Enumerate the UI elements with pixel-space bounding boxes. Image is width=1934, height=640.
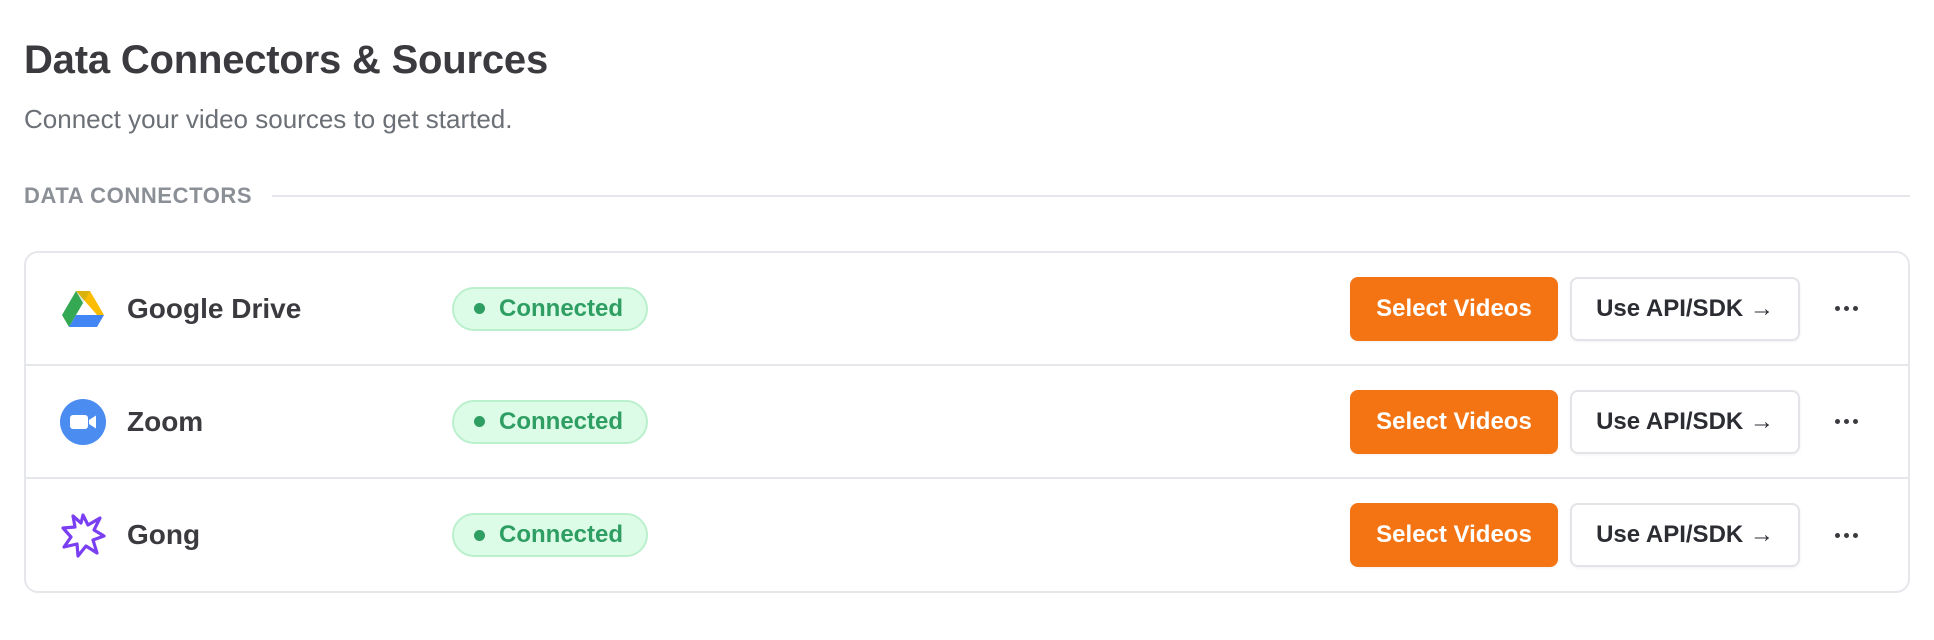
status-text: Connected: [499, 521, 624, 548]
select-videos-button[interactable]: Select Videos: [1350, 503, 1558, 567]
more-horizontal-icon: [1834, 532, 1840, 538]
connector-row-zoom: Zoom Connected Select Videos Use API/SDK…: [26, 366, 1908, 479]
connector-list: Google Drive Connected Select Videos Use…: [24, 251, 1910, 593]
select-videos-button[interactable]: Select Videos: [1350, 276, 1558, 341]
data-connectors-page: Data Connectors & Sources Connect your v…: [0, 0, 1934, 640]
status-text: Connected: [499, 294, 624, 322]
select-videos-button[interactable]: Select Videos: [1350, 389, 1558, 454]
status-badge: Connected: [452, 399, 648, 444]
status-dot: [474, 529, 485, 541]
more-options-button[interactable]: [1826, 289, 1866, 329]
more-options-button[interactable]: [1826, 515, 1866, 555]
connector-name: Google Drive: [127, 292, 302, 324]
connector-row-gong: Gong Connected Select Videos Use API/SDK…: [26, 479, 1908, 591]
use-api-sdk-button[interactable]: Use API/SDK →: [1570, 276, 1800, 341]
page-title: Data Connectors & Sources: [24, 38, 549, 82]
status-dot: [474, 416, 485, 427]
connector-name: Gong: [127, 519, 201, 550]
google-drive-icon: [60, 286, 106, 332]
section-header: DATA CONNECTORS: [24, 182, 1910, 210]
status-badge: Connected: [452, 513, 648, 557]
section-divider: [272, 195, 1910, 197]
page-subtitle: Connect your video sources to get starte…: [24, 104, 513, 134]
status-text: Connected: [499, 407, 624, 435]
zoom-icon: [60, 398, 106, 445]
more-horizontal-icon: [1834, 306, 1840, 311]
more-options-button[interactable]: [1826, 402, 1866, 442]
use-api-sdk-button[interactable]: Use API/SDK →: [1570, 389, 1800, 454]
connector-name: Zoom: [127, 405, 204, 437]
use-api-sdk-button[interactable]: Use API/SDK →: [1570, 503, 1800, 567]
section-label: DATA CONNECTORS: [24, 183, 253, 208]
gong-icon: [60, 512, 106, 558]
status-badge: Connected: [452, 286, 648, 331]
more-horizontal-icon: [1834, 419, 1840, 424]
status-dot: [474, 303, 485, 314]
connector-row-google-drive: Google Drive Connected Select Videos Use…: [26, 253, 1908, 366]
